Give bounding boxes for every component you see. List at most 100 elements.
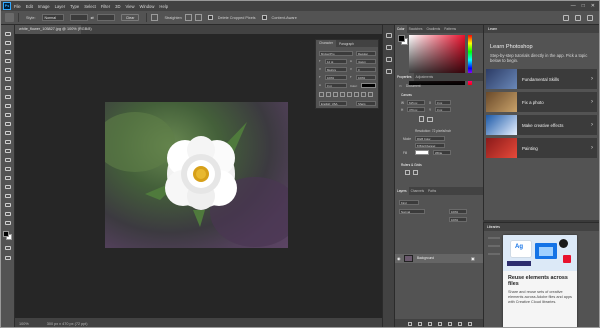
clear-button[interactable]: Clear: [120, 14, 140, 21]
tab-adjustments[interactable]: Adjustments: [414, 73, 436, 81]
crop-tool-icon[interactable]: [4, 67, 12, 73]
menu-image[interactable]: Image: [38, 4, 50, 9]
grid-overlay-icon[interactable]: [184, 14, 192, 21]
search-icon[interactable]: [563, 14, 569, 21]
quick-select-tool-icon[interactable]: [4, 58, 12, 64]
canvas-height-input[interactable]: 479 px: [407, 107, 425, 112]
antialias-select[interactable]: Sharp: [356, 101, 376, 106]
tracking-input[interactable]: 0: [356, 67, 376, 72]
font-family-select[interactable]: Myriad Pro: [319, 51, 353, 56]
opacity-input[interactable]: 100%: [449, 209, 467, 214]
visibility-eye-icon[interactable]: ◉: [397, 256, 401, 261]
language-select[interactable]: English: USA: [319, 101, 347, 106]
menu-filter[interactable]: Filter: [101, 4, 110, 9]
clone-stamp-tool-icon[interactable]: [4, 112, 12, 118]
menu-file[interactable]: File: [14, 4, 21, 9]
paragraph-panel-icon[interactable]: [386, 69, 392, 74]
crop-tool-icon[interactable]: [5, 13, 14, 22]
font-style-select[interactable]: Regular: [356, 51, 376, 56]
gradient-tool-icon[interactable]: [4, 139, 12, 145]
tab-patterns[interactable]: Patterns: [442, 25, 458, 33]
leading-input[interactable]: (Auto): [356, 59, 376, 64]
layer-row-background[interactable]: ◉ Background ▣: [395, 254, 484, 263]
superscript-button[interactable]: [347, 92, 352, 97]
adjustment-layer-icon[interactable]: [437, 321, 442, 326]
tab-paths[interactable]: Paths: [426, 187, 438, 195]
menu-3d[interactable]: 3D: [115, 4, 120, 9]
tab-paragraph[interactable]: Paragraph: [336, 42, 357, 46]
delete-cropped-checkbox[interactable]: [207, 15, 213, 20]
baseline-input[interactable]: 0 pt: [325, 83, 347, 88]
learn-item-fundamental-skills[interactable]: Fundamental Skills ›: [486, 69, 597, 89]
zoom-level[interactable]: 100%: [19, 322, 29, 326]
learn-item-make-creative-effects[interactable]: Make creative effects ›: [486, 115, 597, 135]
swap-icon[interactable]: ⇄: [91, 15, 94, 20]
fill-select[interactable]: White: [433, 150, 451, 155]
more-tools-icon[interactable]: [4, 220, 12, 226]
history-brush-tool-icon[interactable]: [4, 121, 12, 127]
menu-help[interactable]: Help: [159, 4, 168, 9]
rulers-heading[interactable]: Rulers & Grids: [401, 163, 422, 167]
canvas-heading[interactable]: Canvas: [401, 93, 412, 97]
foreground-color-swatch[interactable]: [3, 231, 9, 237]
tab-character[interactable]: Character: [316, 40, 336, 47]
marquee-tool-icon[interactable]: [4, 40, 12, 46]
tab-properties[interactable]: Properties: [395, 73, 414, 81]
menu-edit[interactable]: Edit: [26, 4, 33, 9]
history-icon[interactable]: [386, 33, 392, 38]
menu-type[interactable]: Type: [70, 4, 79, 9]
subscript-button[interactable]: [354, 92, 359, 97]
document-tab[interactable]: white_flower_105827.jpg @ 100% (RGB/8): [15, 25, 92, 34]
mask-icon[interactable]: [427, 321, 432, 326]
height-input[interactable]: [96, 14, 115, 21]
small-caps-button[interactable]: [340, 92, 345, 97]
screen-mode-icon[interactable]: [4, 255, 12, 261]
tab-layers[interactable]: Layers: [395, 187, 409, 195]
vertical-scale-input[interactable]: 100%: [325, 75, 347, 80]
strikethrough-button[interactable]: [368, 92, 373, 97]
link-layers-icon[interactable]: [407, 321, 412, 326]
type-tool-icon[interactable]: [4, 175, 12, 181]
gear-icon[interactable]: [194, 14, 202, 21]
menu-layer[interactable]: Layer: [55, 4, 65, 9]
fill-input[interactable]: 100%: [449, 217, 467, 222]
learn-item-fix-a-photo[interactable]: Fix a photo ›: [486, 92, 597, 112]
faux-bold-button[interactable]: [319, 92, 324, 97]
tab-color[interactable]: Color: [395, 25, 407, 33]
zoom-tool-icon[interactable]: [4, 211, 12, 217]
menu-view[interactable]: View: [126, 4, 135, 9]
minimize-button[interactable]: —: [571, 3, 576, 9]
font-size-input[interactable]: 12 pt: [325, 59, 347, 64]
learn-item-painting[interactable]: Painting ›: [486, 138, 597, 158]
grid-icon[interactable]: [413, 170, 418, 175]
horizontal-scale-input[interactable]: 100%: [356, 75, 376, 80]
fill-swatch[interactable]: [415, 150, 429, 155]
tab-swatches[interactable]: Swatches: [407, 25, 425, 33]
delete-layer-icon[interactable]: [467, 321, 472, 326]
fx-icon[interactable]: [417, 321, 422, 326]
new-layer-icon[interactable]: [457, 321, 462, 326]
orientation-landscape-icon[interactable]: [427, 117, 433, 122]
workspace-icon[interactable]: [575, 14, 581, 21]
all-caps-button[interactable]: [333, 92, 338, 97]
depth-select[interactable]: 8 Bits/Channel: [415, 143, 445, 148]
mode-select[interactable]: RGB Color: [415, 136, 445, 141]
layer-filter-kind[interactable]: Kind: [399, 200, 419, 205]
underline-button[interactable]: [361, 92, 366, 97]
lasso-tool-icon[interactable]: [4, 49, 12, 55]
flower-photo[interactable]: [105, 102, 288, 248]
straighten-icon[interactable]: [151, 14, 159, 21]
width-input[interactable]: [69, 14, 88, 21]
faux-italic-button[interactable]: [326, 92, 331, 97]
canvas-y-input[interactable]: 0 px: [435, 107, 451, 112]
pen-tool-icon[interactable]: [4, 166, 12, 172]
libraries-tab[interactable]: Libraries: [484, 223, 599, 231]
close-button[interactable]: ✕: [591, 3, 595, 9]
canvas-width-input[interactable]: 615 px: [407, 100, 425, 105]
content-aware-checkbox[interactable]: [261, 15, 267, 20]
tab-gradients[interactable]: Gradients: [424, 25, 442, 33]
brush-tool-icon[interactable]: [4, 103, 12, 109]
rectangle-tool-icon[interactable]: [4, 193, 12, 199]
learn-tab[interactable]: Learn: [484, 25, 599, 33]
group-icon[interactable]: [447, 321, 452, 326]
